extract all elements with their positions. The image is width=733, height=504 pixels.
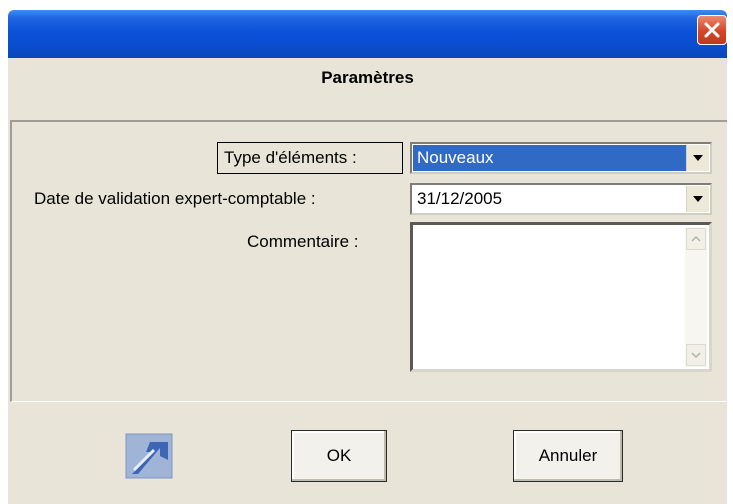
arrow-shortcut-icon bbox=[124, 430, 176, 482]
type-dropdown-button[interactable] bbox=[686, 145, 709, 171]
type-label: Type d'éléments : bbox=[217, 142, 403, 174]
close-icon bbox=[704, 22, 720, 38]
type-select[interactable]: Nouveaux bbox=[410, 142, 712, 174]
comment-label: Commentaire : bbox=[247, 232, 359, 251]
comment-scrollbar[interactable] bbox=[685, 227, 707, 367]
date-select[interactable]: 31/12/2005 bbox=[410, 183, 712, 215]
chevron-down-icon bbox=[693, 155, 703, 161]
chevron-down-icon bbox=[691, 352, 701, 358]
ok-button[interactable]: OK bbox=[291, 430, 387, 482]
type-select-value: Nouveaux bbox=[413, 145, 686, 171]
chevron-down-icon bbox=[693, 196, 703, 202]
cancel-button[interactable]: Annuler bbox=[513, 430, 623, 482]
title-bar[interactable] bbox=[8, 10, 727, 58]
dialog-window: Paramètres Type d'éléments : Nouveaux Da… bbox=[0, 0, 733, 504]
comment-textarea[interactable] bbox=[410, 222, 712, 372]
chevron-up-icon bbox=[691, 236, 701, 242]
close-button[interactable] bbox=[697, 15, 727, 45]
date-label: Date de validation expert-comptable : bbox=[34, 189, 316, 208]
scroll-down-button[interactable] bbox=[686, 344, 706, 366]
dialog-title: Paramètres bbox=[321, 68, 414, 87]
date-select-value: 31/12/2005 bbox=[417, 189, 503, 208]
date-dropdown-button[interactable] bbox=[686, 186, 709, 212]
scroll-up-button[interactable] bbox=[686, 228, 706, 250]
